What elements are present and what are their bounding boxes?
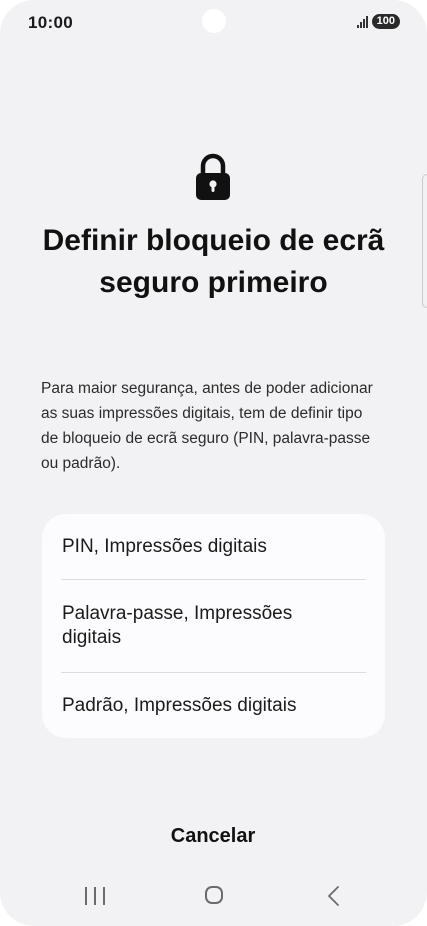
lock-type-options: PIN, Impressões digitais Palavra-passe, … — [42, 514, 385, 738]
cancel-button[interactable]: Cancelar — [113, 816, 313, 856]
page-title: Definir bloqueio de ecrã seguro primeiro — [42, 224, 385, 299]
description-text: Para maior segurança, antes de poder adi… — [41, 380, 373, 472]
recents-icon[interactable] — [85, 887, 105, 907]
signal-icon — [356, 15, 368, 28]
edge-panel-handle[interactable] — [422, 174, 427, 308]
status-bar: 10:00 100 — [0, 0, 427, 44]
phone-screen: 10:00 100 Definir bloqueio de ecrã segur… — [0, 0, 427, 926]
camera-hole — [202, 9, 226, 33]
lock-icon — [196, 153, 230, 200]
option-label: Palavra-passe, Impressões digitais — [62, 603, 293, 648]
option-label: Padrão, Impressões digitais — [62, 694, 297, 716]
option-label: PIN, Impressões digitais — [62, 535, 267, 557]
option-pin-fingerprint[interactable]: PIN, Impressões digitais — [42, 514, 385, 579]
status-time: 10:00 — [28, 13, 73, 32]
home-icon[interactable] — [205, 886, 223, 904]
option-password-fingerprint[interactable]: Palavra-passe, Impressões digitais — [42, 580, 385, 672]
back-icon[interactable] — [325, 885, 343, 907]
status-icons: 100 — [356, 14, 400, 29]
option-pattern-fingerprint[interactable]: Padrão, Impressões digitais — [42, 673, 385, 738]
battery-icon: 100 — [371, 14, 400, 29]
navigation-bar — [0, 870, 427, 926]
